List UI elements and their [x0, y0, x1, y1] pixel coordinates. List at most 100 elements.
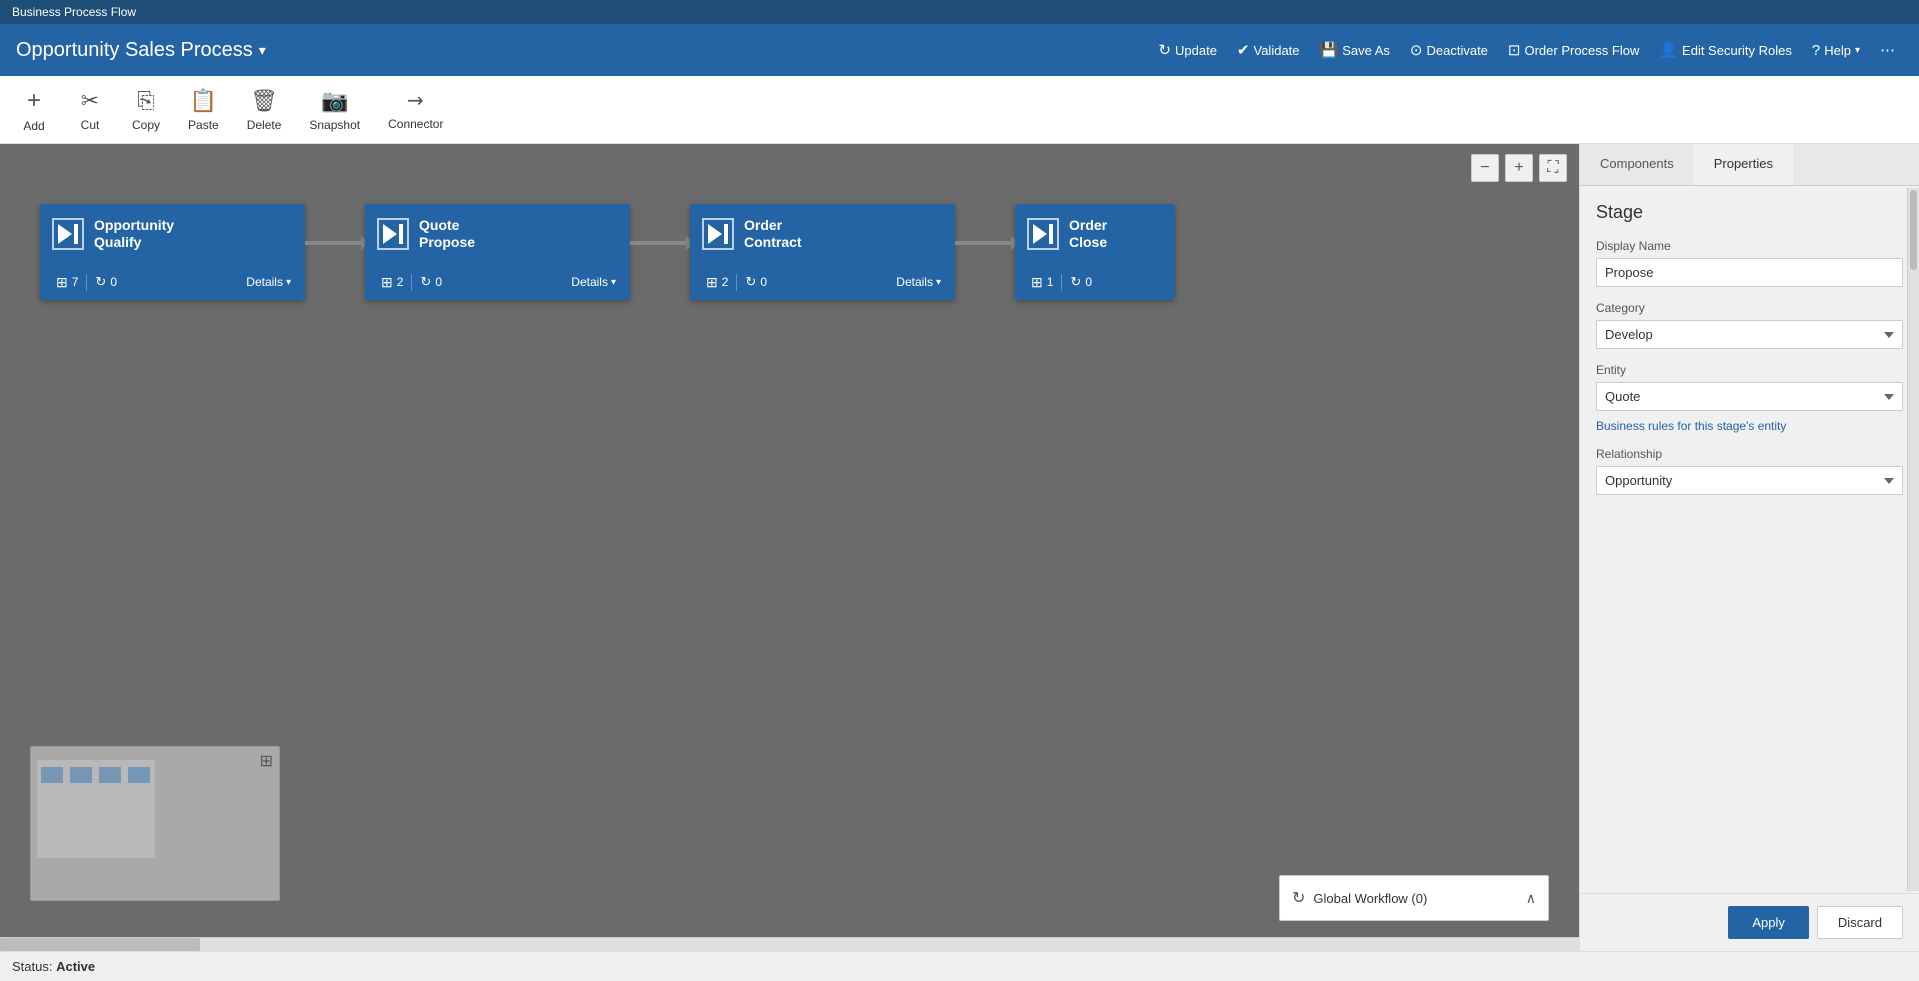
- edit-security-roles-icon: 👤: [1659, 41, 1678, 59]
- stage-card-order-contract[interactable]: Order Contract ⊞ 2 ↻ 0 Details ▾: [690, 204, 955, 300]
- stage-footer-quote-propose: ⊞ 2 ↻ 0 Details ▾: [365, 264, 630, 300]
- tab-components-label: Components: [1600, 156, 1674, 171]
- details-label: Details: [246, 275, 283, 289]
- add-icon: +: [27, 87, 41, 115]
- save-as-icon: 💾: [1320, 41, 1339, 59]
- help-label: Help: [1824, 43, 1851, 58]
- snapshot-icon: 📷: [321, 88, 348, 114]
- stage-connector-1: [305, 241, 365, 245]
- tab-components[interactable]: Components: [1580, 144, 1694, 185]
- tab-properties[interactable]: Properties: [1694, 144, 1793, 185]
- right-panel: Components Properties Stage Display Name…: [1579, 144, 1919, 951]
- help-icon: ?: [1812, 42, 1820, 59]
- workflow-count: 0: [1085, 275, 1092, 289]
- stage-connector-3: [955, 241, 1015, 245]
- workflow-icon: ↻: [95, 274, 106, 290]
- details-button-opportunity-qualify[interactable]: Details ▾: [240, 273, 297, 291]
- snapshot-button[interactable]: 📷 Snapshot: [297, 82, 372, 138]
- main-area: − + ⛶ Op: [0, 144, 1919, 951]
- stage-card-quote-propose[interactable]: Quote Propose ⊞ 2 ↻ 0 Details ▾: [365, 204, 630, 300]
- header-title-chevron[interactable]: ▾: [259, 42, 266, 59]
- copy-button[interactable]: ⎘ Copy: [120, 82, 172, 138]
- header-actions: ↻ Update ✔ Validate 💾 Save As ⊙ Deactiva…: [1150, 35, 1903, 65]
- copy-label: Copy: [132, 118, 160, 132]
- deactivate-label: Deactivate: [1426, 43, 1487, 58]
- toolbar: + Add ✂ Cut ⎘ Copy 📋 Paste 🗑 Delete 📷 Sn…: [0, 76, 1919, 144]
- paste-button[interactable]: 📋 Paste: [176, 82, 231, 138]
- display-name-input[interactable]: [1596, 258, 1903, 287]
- header: Opportunity Sales Process ▾ ↻ Update ✔ V…: [0, 24, 1919, 76]
- stages-container: Opportunity Qualify ⊞ 7 ↻ 0 Details: [0, 144, 1579, 300]
- steps-icon: ⊞: [1031, 274, 1043, 291]
- zoom-in-icon: +: [1514, 159, 1523, 177]
- global-workflow-bar[interactable]: ↻ Global Workflow (0) ∧: [1279, 875, 1549, 921]
- relationship-label: Relationship: [1596, 447, 1903, 461]
- stage-card-order-close[interactable]: Order Close ⊞ 1 ↻ 0: [1015, 204, 1175, 300]
- fullscreen-button[interactable]: ⛶: [1539, 154, 1567, 182]
- apply-button[interactable]: Apply: [1728, 906, 1809, 939]
- details-button-quote-propose[interactable]: Details ▾: [565, 273, 622, 291]
- workflow-count: 0: [110, 275, 117, 289]
- status-label: Status:: [12, 959, 52, 974]
- save-as-button[interactable]: 💾 Save As: [1312, 35, 1398, 65]
- delete-button[interactable]: 🗑 Delete: [235, 82, 294, 138]
- deactivate-button[interactable]: ⊙ Deactivate: [1402, 35, 1496, 65]
- zoom-controls: − + ⛶: [1471, 154, 1567, 182]
- connector-button[interactable]: ↗ Connector: [376, 82, 455, 137]
- details-button-order-contract[interactable]: Details ▾: [890, 273, 947, 291]
- stage-connector-2: [630, 241, 690, 245]
- steps-count: 7: [72, 275, 79, 289]
- edit-security-roles-label: Edit Security Roles: [1682, 43, 1792, 58]
- cut-button[interactable]: ✂ Cut: [64, 82, 116, 138]
- stage-card-opportunity-qualify[interactable]: Opportunity Qualify ⊞ 7 ↻ 0 Details: [40, 204, 305, 300]
- stage-header-quote-propose: Quote Propose: [365, 204, 630, 264]
- paste-icon: 📋: [190, 88, 217, 114]
- panel-scrollbar[interactable]: [1907, 188, 1919, 891]
- display-name-label: Display Name: [1596, 239, 1903, 253]
- mini-map-expand-icon[interactable]: ⊞: [260, 751, 273, 771]
- zoom-out-button[interactable]: −: [1471, 154, 1499, 182]
- workflow-count: 0: [760, 275, 767, 289]
- update-icon: ↻: [1158, 41, 1171, 59]
- cut-label: Cut: [81, 118, 100, 132]
- canvas-area[interactable]: − + ⛶ Op: [0, 144, 1579, 951]
- category-select[interactable]: Qualify Develop Propose Close: [1596, 320, 1903, 349]
- steps-count: 2: [397, 275, 404, 289]
- zoom-in-button[interactable]: +: [1505, 154, 1533, 182]
- order-process-flow-label: Order Process Flow: [1524, 43, 1639, 58]
- stage-title-opportunity-qualify: Opportunity Qualify: [94, 217, 174, 251]
- workflow-icon: ↻: [1070, 274, 1081, 290]
- details-label: Details: [896, 275, 933, 289]
- order-process-flow-button[interactable]: ⊡ Order Process Flow: [1500, 35, 1647, 65]
- panel-footer: Apply Discard: [1580, 893, 1919, 951]
- more-button[interactable]: ⋯: [1872, 35, 1903, 65]
- stage-title-order-contract: Order Contract: [744, 217, 802, 251]
- panel-content: Stage Display Name Category Qualify Deve…: [1580, 186, 1919, 893]
- update-button[interactable]: ↻ Update: [1150, 35, 1225, 65]
- steps-count: 2: [722, 275, 729, 289]
- canvas-scrollbar[interactable]: [0, 937, 1579, 951]
- edit-security-roles-button[interactable]: 👤 Edit Security Roles: [1651, 35, 1800, 65]
- global-workflow-chevron-icon: ∧: [1526, 890, 1536, 907]
- validate-button[interactable]: ✔ Validate: [1229, 35, 1308, 65]
- workflow-count: 0: [435, 275, 442, 289]
- help-button[interactable]: ? Help ▾: [1804, 36, 1868, 65]
- entity-select[interactable]: Quote Opportunity Order: [1596, 382, 1903, 411]
- business-rules-link[interactable]: Business rules for this stage's entity: [1596, 419, 1903, 433]
- status-bar: Status: Active: [0, 951, 1919, 981]
- zoom-out-icon: −: [1480, 159, 1489, 177]
- stage-icon-quote-propose: [377, 218, 409, 250]
- discard-button[interactable]: Discard: [1817, 906, 1903, 939]
- details-label: Details: [571, 275, 608, 289]
- stage-stat-workflow-order-close: ↻ 0: [1062, 274, 1100, 290]
- category-label: Category: [1596, 301, 1903, 315]
- add-button[interactable]: + Add: [8, 81, 60, 139]
- stage-header-opportunity-qualify: Opportunity Qualify: [40, 204, 305, 264]
- connector-icon: ↗: [401, 86, 431, 116]
- validate-icon: ✔: [1237, 41, 1250, 59]
- title-bar-text: Business Process Flow: [12, 5, 136, 19]
- cut-icon: ✂: [81, 88, 99, 114]
- relationship-select[interactable]: Opportunity: [1596, 466, 1903, 495]
- mini-map: ⊞: [30, 746, 280, 901]
- order-process-flow-icon: ⊡: [1508, 41, 1521, 59]
